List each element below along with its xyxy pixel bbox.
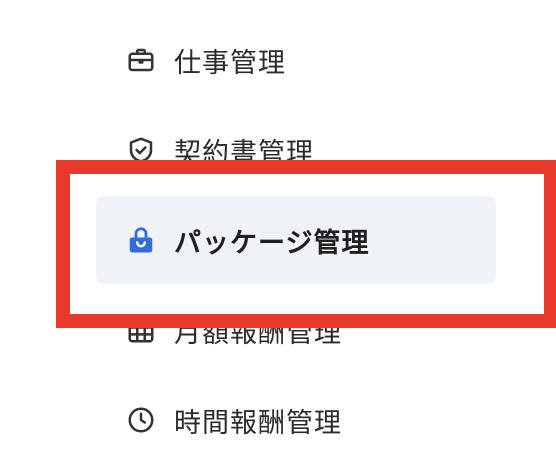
sidebar-item-job-management[interactable]: 仕事管理 xyxy=(96,16,496,104)
calendar-icon xyxy=(126,315,156,345)
sidebar-menu: 仕事管理 契約書管理 パッケージ管理 月額報酬管理 時間報酬管理 xyxy=(0,0,556,464)
sidebar-item-label: 月額報酬管理 xyxy=(174,317,342,349)
sidebar-item-label: 契約書管理 xyxy=(174,137,314,169)
clock-icon xyxy=(126,405,156,435)
sidebar-item-hourly-fee-management[interactable]: 時間報酬管理 xyxy=(96,376,496,464)
sidebar-item-label: パッケージ管理 xyxy=(174,227,370,259)
sidebar-item-contract-management[interactable]: 契約書管理 xyxy=(96,106,496,194)
sidebar-item-monthly-fee-management[interactable]: 月額報酬管理 xyxy=(96,286,496,374)
shield-check-icon xyxy=(126,135,156,165)
sidebar-item-package-management[interactable]: パッケージ管理 xyxy=(96,196,496,284)
shopping-bag-icon xyxy=(126,225,156,255)
sidebar-item-label: 仕事管理 xyxy=(174,47,286,79)
sidebar-item-label: 時間報酬管理 xyxy=(174,407,342,439)
briefcase-icon xyxy=(126,45,156,75)
